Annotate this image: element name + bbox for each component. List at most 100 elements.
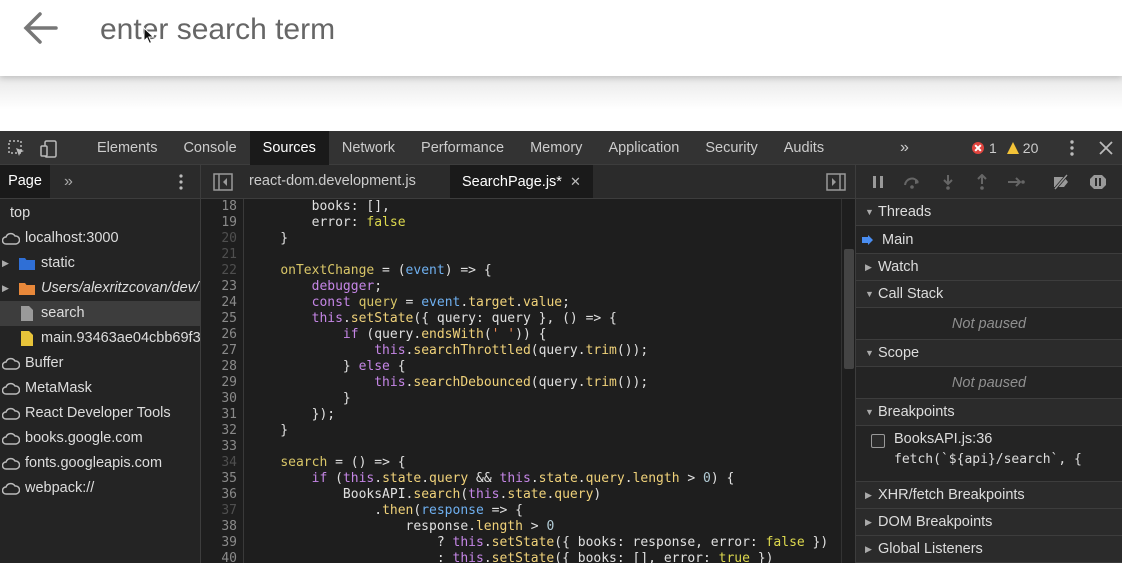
line-number[interactable]: 30 [201, 391, 237, 407]
line-number[interactable]: 34 [201, 455, 237, 471]
toggle-debugger-icon[interactable] [826, 173, 846, 191]
line-number[interactable]: 24 [201, 295, 237, 311]
step-icon[interactable] [1007, 174, 1025, 190]
tree-item[interactable]: main.93463ae04cbb69f3 [0, 326, 200, 351]
pause-icon[interactable] [869, 174, 887, 190]
collapsed-triangle-icon[interactable]: ▶ [2, 251, 9, 276]
code-line[interactable]: 35 if (this.state.query && this.state.qu… [201, 471, 855, 487]
tree-item[interactable]: localhost:3000 [0, 226, 200, 251]
scroll-thumb[interactable] [844, 249, 854, 369]
line-number[interactable]: 20 [201, 231, 237, 247]
step-out-icon[interactable] [973, 174, 991, 190]
close-tab-icon[interactable]: ✕ [570, 174, 581, 189]
line-number[interactable]: 38 [201, 519, 237, 535]
code-view[interactable]: 18 books: [], 19 error: false 20 } 21 22 onT… [201, 199, 855, 563]
breakpoint-location[interactable]: BooksAPI.js:36 [894, 431, 992, 447]
tree-item[interactable]: books.google.com [0, 426, 200, 451]
global-listeners-section-header[interactable]: ▶ Global Listeners [856, 536, 1122, 563]
tree-item[interactable]: fonts.googleapis.com [0, 451, 200, 476]
code-line[interactable]: 23 debugger; [201, 279, 855, 295]
tab-security[interactable]: Security [692, 131, 770, 165]
editor-scrollbar[interactable] [841, 199, 855, 563]
code-line[interactable]: 38 response.length > 0 [201, 519, 855, 535]
line-number[interactable]: 23 [201, 279, 237, 295]
code-line[interactable]: 24 const query = event.target.value; [201, 295, 855, 311]
code-line[interactable]: 34 search = () => { [201, 455, 855, 471]
tree-item[interactable]: React Developer Tools [0, 401, 200, 426]
code-line[interactable]: 40 : this.setState({ books: [], error: t… [201, 551, 855, 563]
code-line[interactable]: 37 .then(response => { [201, 503, 855, 519]
tab-network[interactable]: Network [329, 131, 408, 165]
code-line[interactable]: 33 [201, 439, 855, 455]
tree-item[interactable]: Buffer [0, 351, 200, 376]
deactivate-breakpoints-icon[interactable] [1052, 174, 1070, 190]
scope-section-header[interactable]: ▼ Scope [856, 340, 1122, 367]
issue-counter[interactable]: 1 20 [972, 139, 1038, 157]
code-line[interactable]: 30 } [201, 391, 855, 407]
code-line[interactable]: 22 onTextChange = (event) => { [201, 263, 855, 279]
tree-item[interactable]: search [0, 301, 200, 326]
xhr-breakpoints-section-header[interactable]: ▶ XHR/fetch Breakpoints [856, 482, 1122, 509]
thread-main[interactable]: Main [856, 226, 1122, 254]
file-tab-searchpage[interactable]: SearchPage.js* ✕ [450, 165, 593, 198]
line-number[interactable]: 36 [201, 487, 237, 503]
breakpoint-checkbox[interactable] [871, 434, 885, 448]
code-line[interactable]: 27 this.searchThrottled(query.trim()); [201, 343, 855, 359]
code-line[interactable]: 18 books: [], [201, 199, 855, 215]
tab-application[interactable]: Application [595, 131, 692, 165]
line-number[interactable]: 21 [201, 247, 237, 263]
line-number[interactable]: 32 [201, 423, 237, 439]
line-number[interactable]: 33 [201, 439, 237, 455]
code-line[interactable]: 19 error: false [201, 215, 855, 231]
line-number[interactable]: 29 [201, 375, 237, 391]
navigator-more-button[interactable]: » [64, 173, 73, 191]
tab-page[interactable]: Page [0, 165, 50, 198]
navigator-menu-icon[interactable] [176, 173, 186, 191]
code-line[interactable]: 25 this.setState({ query: query }, () =>… [201, 311, 855, 327]
step-into-icon[interactable] [939, 174, 957, 190]
tab-memory[interactable]: Memory [517, 131, 595, 165]
customize-menu-icon[interactable] [1066, 139, 1078, 157]
tree-item[interactable]: top [0, 201, 200, 226]
collapsed-triangle-icon[interactable]: ▶ [2, 276, 9, 301]
line-number[interactable]: 28 [201, 359, 237, 375]
back-arrow-icon[interactable] [22, 10, 60, 46]
tab-sources[interactable]: Sources [249, 131, 329, 165]
code-line[interactable]: 32 } [201, 423, 855, 439]
watch-section-header[interactable]: ▶ Watch [856, 254, 1122, 281]
tab-elements[interactable]: Elements [84, 131, 170, 165]
tab-audits[interactable]: Audits [771, 131, 837, 165]
close-devtools-icon[interactable] [1098, 140, 1114, 156]
code-line[interactable]: 26 if (query.endsWith(' ')) { [201, 327, 855, 343]
tree-item[interactable]: ▶ static [0, 251, 200, 276]
file-tab-react-dom[interactable]: react-dom.development.js [237, 165, 428, 198]
inspect-element-icon[interactable] [8, 140, 26, 158]
breakpoints-section-header[interactable]: ▼ Breakpoints [856, 399, 1122, 426]
device-toolbar-icon[interactable] [40, 140, 58, 158]
step-over-icon[interactable] [903, 174, 921, 190]
call-stack-section-header[interactable]: ▼ Call Stack [856, 281, 1122, 308]
line-number[interactable]: 40 [201, 551, 237, 563]
line-number[interactable]: 18 [201, 199, 237, 215]
code-line[interactable]: 28 } else { [201, 359, 855, 375]
tree-item[interactable]: MetaMask [0, 376, 200, 401]
line-number[interactable]: 31 [201, 407, 237, 423]
line-number[interactable]: 26 [201, 327, 237, 343]
line-number[interactable]: 27 [201, 343, 237, 359]
threads-section-header[interactable]: ▼ Threads [856, 199, 1122, 226]
code-line[interactable]: 31 }); [201, 407, 855, 423]
line-number[interactable]: 19 [201, 215, 237, 231]
line-number[interactable]: 37 [201, 503, 237, 519]
pause-on-exceptions-icon[interactable] [1089, 174, 1107, 190]
code-line[interactable]: 39 ? this.setState({ books: response, er… [201, 535, 855, 551]
line-number[interactable]: 35 [201, 471, 237, 487]
code-line[interactable]: 29 this.searchDebounced(query.trim()); [201, 375, 855, 391]
line-number[interactable]: 25 [201, 311, 237, 327]
search-input[interactable] [100, 6, 800, 54]
tab-console[interactable]: Console [170, 131, 249, 165]
code-line[interactable]: 21 [201, 247, 855, 263]
more-tabs-button[interactable]: » [900, 139, 918, 157]
toggle-navigator-icon[interactable] [213, 173, 233, 191]
tree-item[interactable]: ▶ Users/alexritzcovan/dev/ [0, 276, 200, 301]
dom-breakpoints-section-header[interactable]: ▶ DOM Breakpoints [856, 509, 1122, 536]
